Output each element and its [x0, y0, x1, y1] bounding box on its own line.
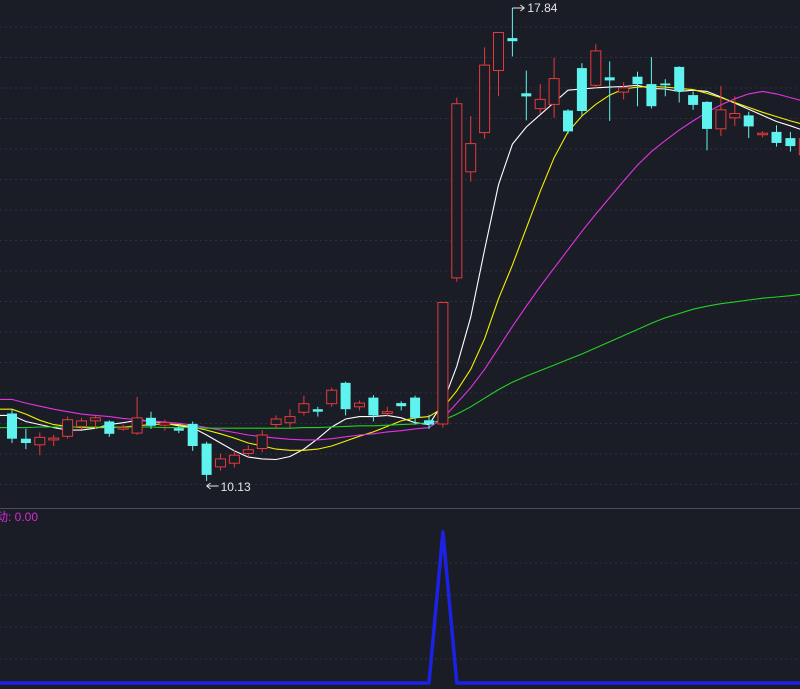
- candle-body: [7, 413, 17, 439]
- candle: [62, 416, 74, 439]
- candle-body: [479, 64, 491, 134]
- candle-body: [187, 423, 198, 446]
- candle-body: [201, 443, 212, 475]
- candle-body: [785, 138, 796, 147]
- candle-body: [89, 417, 101, 422]
- candle-body: [757, 132, 769, 136]
- candle-body: [284, 416, 296, 424]
- candle-body: [451, 103, 463, 279]
- candle-body: [228, 454, 240, 464]
- candle-body: [590, 50, 602, 86]
- candle-body: [354, 402, 365, 408]
- low-price-label: 10.13: [221, 480, 251, 494]
- candle-body: [270, 418, 282, 425]
- candle: [437, 301, 449, 428]
- candle-body: [534, 98, 546, 110]
- candle-body: [340, 382, 351, 410]
- candle: [576, 63, 587, 116]
- candle-body: [242, 449, 254, 454]
- candle-body: [563, 110, 573, 132]
- candle-body: [215, 458, 226, 468]
- candle-body: [424, 420, 434, 425]
- candle-body: [312, 409, 323, 412]
- candle-body: [159, 422, 171, 426]
- candle-body: [674, 66, 685, 92]
- candle-body: [117, 427, 129, 430]
- candle-body: [743, 115, 754, 127]
- candle-body: [396, 403, 407, 407]
- candle-body: [576, 68, 587, 111]
- candle: [451, 97, 463, 282]
- candle-body: [646, 84, 657, 107]
- candle-body: [548, 78, 560, 105]
- candle-body: [20, 438, 31, 443]
- candle-body: [507, 38, 518, 42]
- candle-body: [326, 389, 338, 405]
- candle-body: [48, 437, 60, 441]
- candle-body: [34, 436, 46, 446]
- candle-body: [715, 109, 727, 130]
- candle-body: [604, 77, 615, 81]
- candle-body: [465, 143, 477, 173]
- candle-body: [256, 434, 268, 449]
- candle-body: [410, 397, 421, 418]
- chart-background: [0, 0, 800, 689]
- candle: [326, 387, 338, 407]
- candle-body: [702, 101, 712, 129]
- candle-body: [146, 417, 156, 426]
- candle-body: [771, 131, 782, 143]
- candle-body: [493, 32, 504, 71]
- candle-body: [104, 421, 115, 434]
- candle-body: [660, 83, 671, 86]
- candle-body: [632, 76, 643, 85]
- candle-body: [688, 95, 699, 105]
- high-price-label: 17.84: [527, 1, 557, 15]
- candle: [590, 44, 602, 89]
- stock-chart: 17.84 10.13 动: 0.00: [0, 0, 800, 689]
- candle-body: [131, 417, 143, 434]
- candle-body: [521, 93, 532, 97]
- candle-body: [729, 113, 741, 119]
- candle-body: [381, 411, 393, 415]
- indicator-label: 动: 0.00: [0, 510, 38, 524]
- candle-body: [618, 87, 630, 93]
- candle-body: [437, 302, 449, 425]
- candle: [7, 409, 17, 443]
- candle-body: [298, 403, 310, 413]
- candle-body: [368, 397, 379, 416]
- candle-body: [62, 419, 74, 437]
- candle: [563, 109, 573, 134]
- candle-body: [76, 420, 87, 427]
- candle-body: [173, 428, 184, 431]
